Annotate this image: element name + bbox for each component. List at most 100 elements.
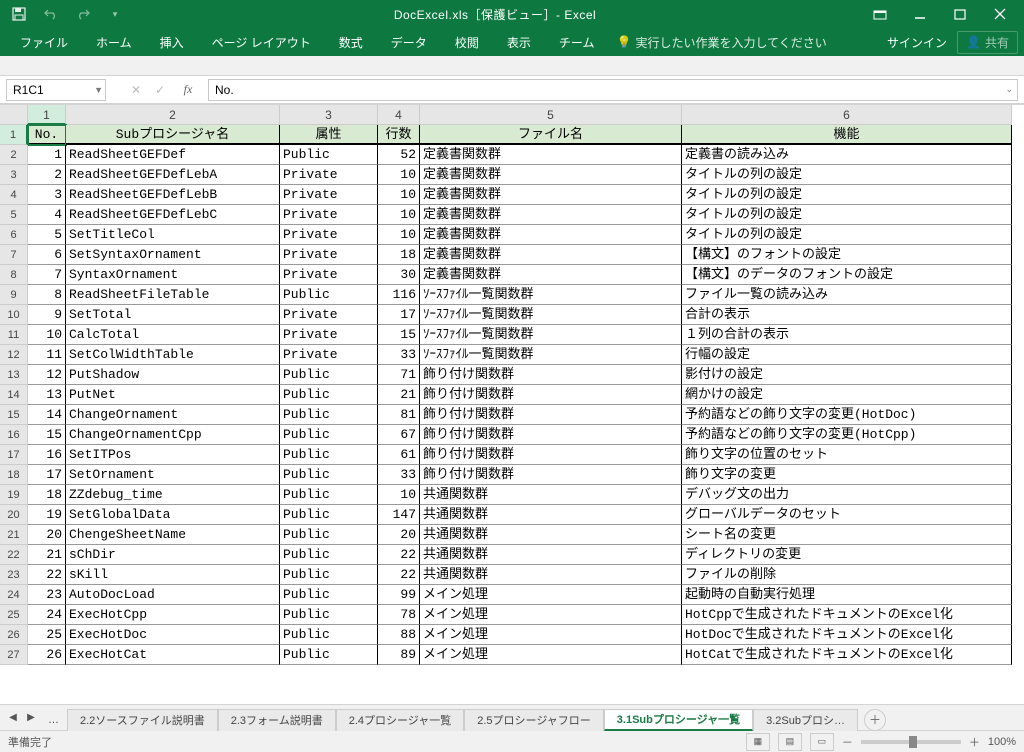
cell-lines[interactable]: 15 [378, 325, 420, 345]
cell-no[interactable]: 7 [28, 265, 66, 285]
expand-formula-icon[interactable]: ⌄ [1005, 84, 1013, 95]
cell-file[interactable]: 定義書関数群 [420, 145, 682, 165]
cell-file[interactable]: メイン処理 [420, 605, 682, 625]
ribbon-tab[interactable]: 校閲 [441, 28, 493, 56]
column-header[interactable]: 5 [420, 105, 682, 125]
cell-no[interactable]: 24 [28, 605, 66, 625]
chevron-down-icon[interactable]: ▼ [94, 85, 103, 95]
row-header[interactable]: 12 [0, 345, 28, 365]
cell-lines[interactable]: 88 [378, 625, 420, 645]
cell-lines[interactable]: 99 [378, 585, 420, 605]
sheet-tab[interactable]: 2.3フォーム説明書 [218, 709, 336, 731]
cell-no[interactable]: 13 [28, 385, 66, 405]
cell-file[interactable]: 飾り付け関数群 [420, 385, 682, 405]
ribbon-options-button[interactable] [860, 0, 900, 28]
cell-attr[interactable]: Public [280, 585, 378, 605]
cell-lines[interactable]: 78 [378, 605, 420, 625]
cell-lines[interactable]: 10 [378, 485, 420, 505]
cell-file[interactable]: 飾り付け関数群 [420, 445, 682, 465]
cell-lines[interactable]: 10 [378, 185, 420, 205]
row-header[interactable]: 8 [0, 265, 28, 285]
ribbon-tab[interactable]: ファイル [6, 28, 82, 56]
tell-me-search[interactable]: 💡 実行したい作業を入力してください [616, 34, 826, 51]
cell-lines[interactable]: 71 [378, 365, 420, 385]
cell-attr[interactable]: Private [280, 225, 378, 245]
cell-file[interactable]: 飾り付け関数群 [420, 405, 682, 425]
cell-subname[interactable]: ReadSheetGEFDefLebB [66, 185, 280, 205]
row-header[interactable]: 25 [0, 605, 28, 625]
cell-subname[interactable]: ZZdebug_time [66, 485, 280, 505]
cell-no[interactable]: 16 [28, 445, 66, 465]
row-header[interactable]: 21 [0, 525, 28, 545]
row-header[interactable]: 6 [0, 225, 28, 245]
view-normal-button[interactable]: ▦ [746, 733, 770, 751]
cell-attr[interactable]: Private [280, 325, 378, 345]
cell-subname[interactable]: SetTitleCol [66, 225, 280, 245]
cell-no[interactable]: 11 [28, 345, 66, 365]
cell-file[interactable]: ｿｰｽﾌｧｲﾙ一覧関数群 [420, 285, 682, 305]
cell-no[interactable]: 10 [28, 325, 66, 345]
cell-no[interactable]: 1 [28, 145, 66, 165]
cell-lines[interactable]: 33 [378, 465, 420, 485]
cell-subname[interactable]: PutShadow [66, 365, 280, 385]
column-header[interactable]: 4 [378, 105, 420, 125]
ribbon-tab[interactable]: 挿入 [146, 28, 198, 56]
cell-lines[interactable]: 20 [378, 525, 420, 545]
select-all-button[interactable] [0, 105, 28, 125]
cell-attr[interactable]: Public [280, 465, 378, 485]
cell-func[interactable]: 合計の表示 [682, 305, 1012, 325]
cell-subname[interactable]: ChangeOrnament [66, 405, 280, 425]
column-header[interactable]: 6 [682, 105, 1012, 125]
share-button[interactable]: 👤 共有 [957, 31, 1018, 54]
cell-subname[interactable]: SetSyntaxOrnament [66, 245, 280, 265]
cell-func[interactable]: 飾り文字の変更 [682, 465, 1012, 485]
cell-func[interactable]: 網かけの設定 [682, 385, 1012, 405]
cell-no[interactable]: 23 [28, 585, 66, 605]
cell-file[interactable]: ｿｰｽﾌｧｲﾙ一覧関数群 [420, 345, 682, 365]
cell-file[interactable]: 飾り付け関数群 [420, 465, 682, 485]
row-header[interactable]: 7 [0, 245, 28, 265]
cell-no[interactable]: 25 [28, 625, 66, 645]
cell-lines[interactable]: 22 [378, 545, 420, 565]
cell-subname[interactable]: ChangeOrnamentCpp [66, 425, 280, 445]
cell-subname[interactable]: ExecHotDoc [66, 625, 280, 645]
formula-input[interactable]: No. ⌄ [208, 79, 1018, 101]
row-header[interactable]: 15 [0, 405, 28, 425]
cell-func[interactable]: タイトルの列の設定 [682, 225, 1012, 245]
cell-attr[interactable]: Private [280, 265, 378, 285]
cell-subname[interactable]: ExecHotCat [66, 645, 280, 665]
cell-attr[interactable]: Public [280, 365, 378, 385]
cell-lines[interactable]: 17 [378, 305, 420, 325]
cell-file[interactable]: 定義書関数群 [420, 225, 682, 245]
cell-attr[interactable]: Public [280, 385, 378, 405]
cell-file[interactable]: ｿｰｽﾌｧｲﾙ一覧関数群 [420, 325, 682, 345]
signin-link[interactable]: サインイン [887, 34, 947, 51]
column-header[interactable]: 1 [28, 105, 66, 125]
cell-attr[interactable]: Private [280, 345, 378, 365]
cell-attr[interactable]: Public [280, 285, 378, 305]
tab-nav-next[interactable]: ▶ [22, 709, 40, 727]
sheet-tab[interactable]: 2.4プロシージャ一覧 [336, 709, 465, 731]
table-header-cell[interactable]: 属性 [280, 125, 378, 145]
cell-file[interactable]: 共通関数群 [420, 505, 682, 525]
cell-file[interactable]: 定義書関数群 [420, 165, 682, 185]
tab-nav-prev[interactable]: ◀ [4, 709, 22, 727]
close-button[interactable] [980, 0, 1020, 28]
view-pagelayout-button[interactable]: ▤ [778, 733, 802, 751]
cell-lines[interactable]: 33 [378, 345, 420, 365]
cell-file[interactable]: 定義書関数群 [420, 185, 682, 205]
cell-func[interactable]: HotCatで生成されたドキュメントのExcel化 [682, 645, 1012, 665]
undo-button[interactable] [36, 2, 66, 26]
cell-lines[interactable]: 21 [378, 385, 420, 405]
sheet-tab[interactable]: 3.1Subプロシージャ一覧 [604, 709, 753, 731]
cell-attr[interactable]: Public [280, 625, 378, 645]
qat-customize[interactable]: ▾ [100, 2, 130, 26]
cell-func[interactable]: １列の合計の表示 [682, 325, 1012, 345]
cell-no[interactable]: 4 [28, 205, 66, 225]
ribbon-tab[interactable]: 表示 [493, 28, 545, 56]
cell-attr[interactable]: Public [280, 525, 378, 545]
cell-func[interactable]: タイトルの列の設定 [682, 165, 1012, 185]
view-pagebreak-button[interactable]: ▭ [810, 733, 834, 751]
enter-formula-button[interactable]: ✓ [148, 79, 172, 101]
cell-subname[interactable]: ReadSheetGEFDef [66, 145, 280, 165]
